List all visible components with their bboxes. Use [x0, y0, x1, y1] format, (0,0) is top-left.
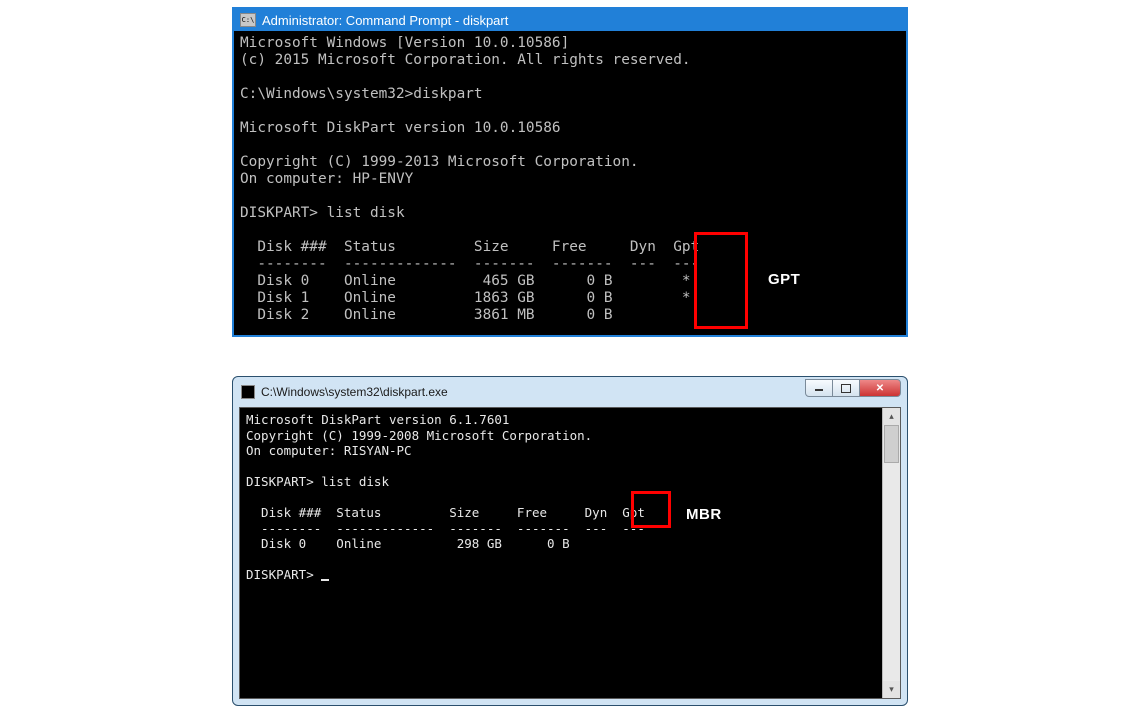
titlebar[interactable]: C:\ Administrator: Command Prompt - disk… — [234, 9, 906, 31]
terminal-frame: Microsoft DiskPart version 6.1.7601 Copy… — [239, 407, 901, 699]
window-title: Administrator: Command Prompt - diskpart — [262, 13, 508, 28]
mbr-label: MBR — [686, 506, 722, 523]
close-button[interactable] — [859, 379, 901, 397]
terminal-output[interactable]: Microsoft DiskPart version 6.1.7601 Copy… — [240, 408, 882, 698]
cmd-icon — [241, 385, 255, 399]
window-controls — [806, 379, 901, 397]
cursor — [321, 579, 329, 581]
scroll-down-icon[interactable]: ▾ — [883, 681, 900, 698]
maximize-button[interactable] — [832, 379, 860, 397]
terminal-output[interactable]: Microsoft Windows [Version 10.0.10586] (… — [234, 31, 906, 335]
scroll-up-icon[interactable]: ▴ — [883, 408, 900, 425]
scroll-thumb[interactable] — [884, 425, 899, 463]
gpt-label: GPT — [768, 271, 800, 288]
minimize-button[interactable] — [805, 379, 833, 397]
cmd-window-win10: C:\ Administrator: Command Prompt - disk… — [232, 7, 908, 337]
cmd-icon: C:\ — [240, 13, 256, 27]
scrollbar[interactable]: ▴ ▾ — [882, 408, 900, 698]
cmd-window-win7: C:\Windows\system32\diskpart.exe Microso… — [232, 376, 908, 706]
window-title: C:\Windows\system32\diskpart.exe — [261, 385, 448, 399]
titlebar[interactable]: C:\Windows\system32\diskpart.exe — [239, 383, 901, 407]
